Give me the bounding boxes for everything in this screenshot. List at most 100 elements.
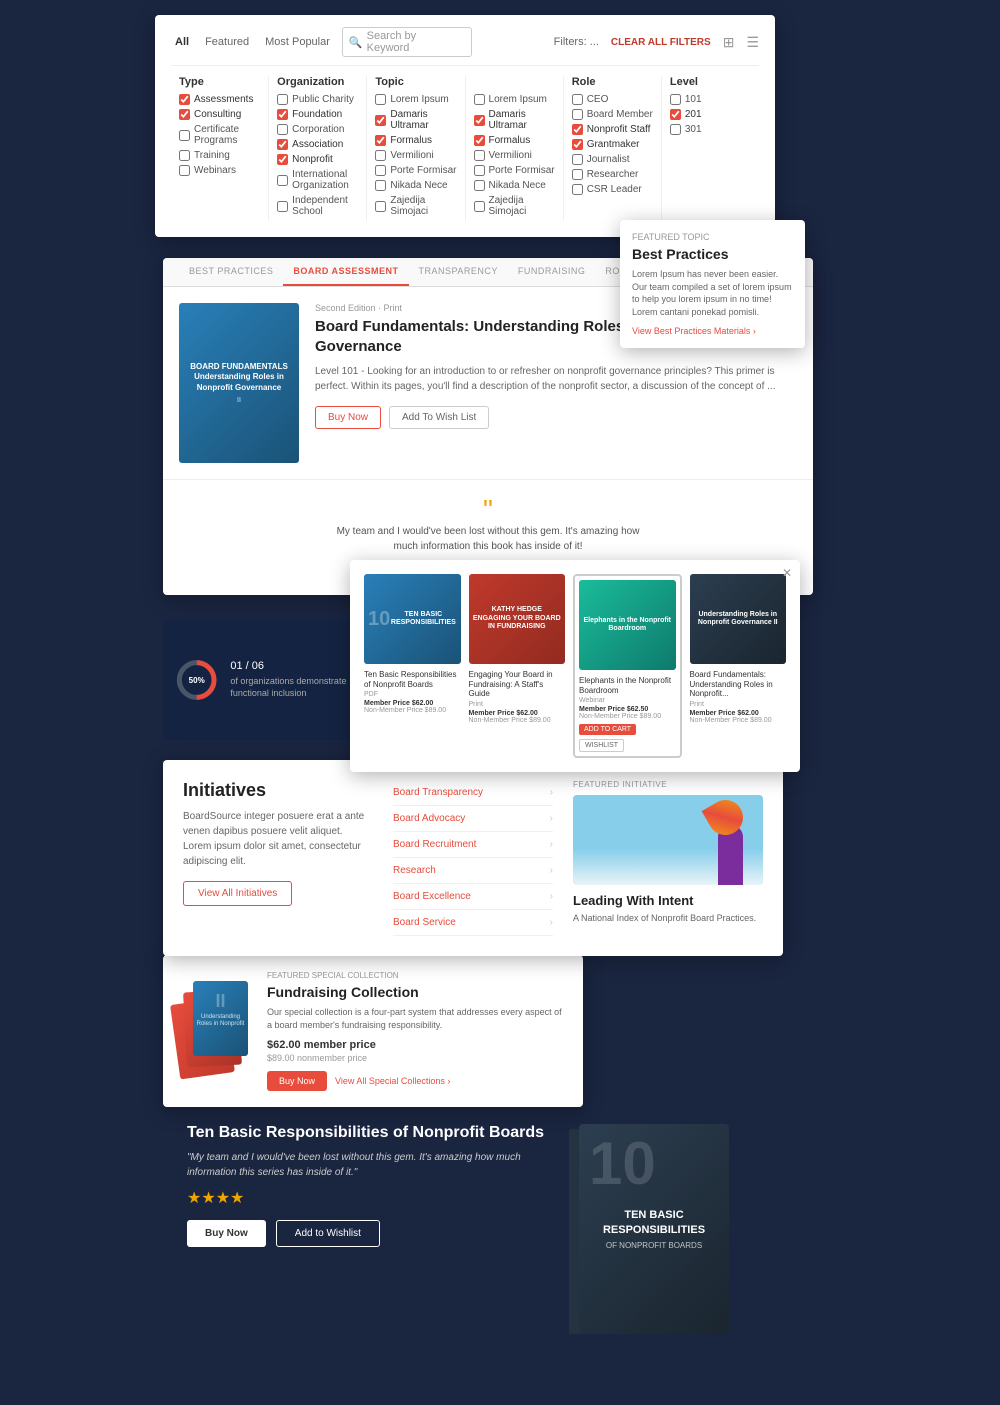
filter-journalist[interactable]: Journalist <box>572 154 653 165</box>
filter-certificate[interactable]: Certificate Programs <box>179 124 260 146</box>
filter-101[interactable]: 101 <box>670 94 751 105</box>
tab-featured[interactable]: Featured <box>201 34 253 50</box>
filter-t2-damaris[interactable]: Damaris Ultramar <box>474 109 555 131</box>
filter-t2-nikada[interactable]: Nikada Nece <box>474 180 555 191</box>
book-4-nonmember-price: Non-Member Price $89.00 <box>690 717 787 724</box>
buy-now-button[interactable]: Buy Now <box>315 406 381 429</box>
view-all-initiatives-button[interactable]: View All Initiatives <box>183 881 292 906</box>
collection-content: Featured Special Collection Fundraising … <box>267 971 567 1091</box>
filter-201[interactable]: 201 <box>670 109 751 120</box>
book-4-member-price: Member Price $62.00 <box>690 710 787 717</box>
stack-book-3: II Understanding Roles in Nonprofit <box>193 981 248 1056</box>
collection-buy-button[interactable]: Buy Now <box>267 1071 327 1091</box>
add-to-wishlist-button[interactable]: Add To Wish List <box>389 406 489 429</box>
initiative-link-excellence[interactable]: Board Excellence › <box>393 884 553 910</box>
filter-ceo[interactable]: CEO <box>572 94 653 105</box>
featured-topic-link[interactable]: View Best Practices Materials › <box>632 326 793 336</box>
filter-consulting[interactable]: Consulting <box>179 109 260 120</box>
book-actions: Buy Now Add To Wish List <box>315 406 797 429</box>
wishlist-button[interactable]: WISHLIST <box>579 739 624 752</box>
clear-all-filters[interactable]: CLEAR ALL FILTERS <box>611 37 711 48</box>
book-cover-large: BOARD FUNDAMENTALS Understanding Roles i… <box>179 303 299 463</box>
type-col-title: Type <box>179 76 260 88</box>
bottom-buy-button[interactable]: Buy Now <box>187 1220 266 1247</box>
carousel-close-icon[interactable]: ✕ <box>782 566 792 580</box>
tab-transparency[interactable]: TRANSPARENCY <box>409 258 508 286</box>
topic2-col-title <box>474 76 555 88</box>
list-view-icon[interactable]: ☰ <box>746 34 759 51</box>
filter-researcher[interactable]: Researcher <box>572 169 653 180</box>
featured-initiative-visual <box>573 795 763 885</box>
filter-t2-vermilioni[interactable]: Vermilioni <box>474 150 555 161</box>
initiative-link-recruitment[interactable]: Board Recruitment › <box>393 832 553 858</box>
filter-t-zajedija[interactable]: Zajedija Simojaci <box>375 195 456 217</box>
filter-international[interactable]: International Organization <box>277 169 358 191</box>
filter-columns: Type Assessments Consulting Certificate … <box>171 76 759 221</box>
tab-all[interactable]: All <box>171 34 193 50</box>
filter-csr-leader[interactable]: CSR Leader <box>572 184 653 195</box>
bottom-stars: ★★★★ <box>187 1188 555 1208</box>
cover-subtitle: II <box>237 397 241 404</box>
filter-t-damaris[interactable]: Damaris Ultramar <box>375 109 456 131</box>
filter-independent[interactable]: Independent School <box>277 195 358 217</box>
tab-fundraising[interactable]: FUNDRAISING <box>508 258 596 286</box>
filter-col-topic: Topic Lorem Ipsum Damaris Ultramar Forma… <box>367 76 465 221</box>
tab-board-assessment[interactable]: BOARD ASSESSMENT <box>283 258 408 286</box>
filter-t-vermilioni[interactable]: Vermilioni <box>375 150 456 161</box>
book-3d-subtitle: OF NONPROFIT BOARDS <box>606 1241 702 1250</box>
book-3-nonmember-price: Non-Member Price $89.00 <box>579 713 676 720</box>
book-3-actions: ADD TO CART WISHLIST <box>579 724 676 752</box>
book-4-type: Print <box>690 701 787 708</box>
carousel-item-4: Understanding Roles in Nonprofit Governa… <box>690 574 787 758</box>
initiative-link-transparency[interactable]: Board Transparency › <box>393 780 553 806</box>
tab-most-popular[interactable]: Most Popular <box>261 34 334 50</box>
filter-t-nikada[interactable]: Nikada Nece <box>375 180 456 191</box>
add-to-cart-button[interactable]: ADD TO CART <box>579 724 636 735</box>
carousel-item-2: KATHY HEDGE ENGAGING YOUR BOARD IN FUNDR… <box>469 574 566 758</box>
featured-initiative-title: Leading With Intent <box>573 893 763 908</box>
collection-price: $62.00 member price <box>267 1039 567 1051</box>
filter-col-role: Role CEO Board Member Nonprofit Staff Gr… <box>564 76 662 221</box>
initiative-link-advocacy[interactable]: Board Advocacy › <box>393 806 553 832</box>
filter-association[interactable]: Association <box>277 139 358 150</box>
filter-t2-zajedija[interactable]: Zajedija Simojaci <box>474 195 555 217</box>
bottom-wishlist-button[interactable]: Add to Wishlist <box>276 1220 380 1247</box>
filter-grantmaker[interactable]: Grantmaker <box>572 139 653 150</box>
featured-initiative-desc: A National Index of Nonprofit Board Prac… <box>573 912 763 925</box>
filter-nonprofit-staff[interactable]: Nonprofit Staff <box>572 124 653 135</box>
filter-nonprofit[interactable]: Nonprofit <box>277 154 358 165</box>
filter-t-porte[interactable]: Porte Formisar <box>375 165 456 176</box>
book-2-title: Engaging Your Board in Fundraising: A St… <box>469 670 566 699</box>
filter-webinars[interactable]: Webinars <box>179 165 260 176</box>
search-icon: 🔍 <box>349 36 363 49</box>
initiative-advocacy-label: Board Advocacy <box>393 813 465 824</box>
filter-t2-porte[interactable]: Porte Formisar <box>474 165 555 176</box>
filter-corporation[interactable]: Corporation <box>277 124 358 135</box>
filter-assessments[interactable]: Assessments <box>179 94 260 105</box>
donut-widget: 50% 01 / 06 of organizations demonstrate… <box>163 620 363 740</box>
keyword-search-box[interactable]: 🔍 Search by Keyword <box>342 27 472 57</box>
initiative-research-label: Research <box>393 865 436 876</box>
book-3-type: Webinar <box>579 697 676 704</box>
collection-label: Featured Special Collection <box>267 971 567 980</box>
filter-board-member[interactable]: Board Member <box>572 109 653 120</box>
filter-t2-lorem[interactable]: Lorem Ipsum <box>474 94 555 105</box>
filter-col-level: Level 101 201 301 <box>662 76 759 221</box>
initiative-link-research[interactable]: Research › <box>393 858 553 884</box>
book-4-title: Board Fundamentals: Understanding Roles … <box>690 670 787 699</box>
filter-col-type: Type Assessments Consulting Certificate … <box>171 76 269 221</box>
filter-t-lorem[interactable]: Lorem Ipsum <box>375 94 456 105</box>
grid-view-icon[interactable]: ⊞ <box>723 34 735 51</box>
filter-foundation[interactable]: Foundation <box>277 109 358 120</box>
level-col-title: Level <box>670 76 751 88</box>
filter-training[interactable]: Training <box>179 150 260 161</box>
book-3-cover-text: Elephants in the Nonprofit Boardroom <box>583 617 672 634</box>
initiative-link-service[interactable]: Board Service › <box>393 910 553 936</box>
filter-t-formalus[interactable]: Formalus <box>375 135 456 146</box>
tab-best-practices[interactable]: BEST PRACTICES <box>179 258 283 286</box>
filter-public-charity[interactable]: Public Charity <box>277 94 358 105</box>
filter-t2-formalus[interactable]: Formalus <box>474 135 555 146</box>
filter-301[interactable]: 301 <box>670 124 751 135</box>
view-collections-link[interactable]: View All Special Collections › <box>335 1076 450 1086</box>
initiatives-desc: BoardSource integer posuere erat a ante … <box>183 809 373 869</box>
